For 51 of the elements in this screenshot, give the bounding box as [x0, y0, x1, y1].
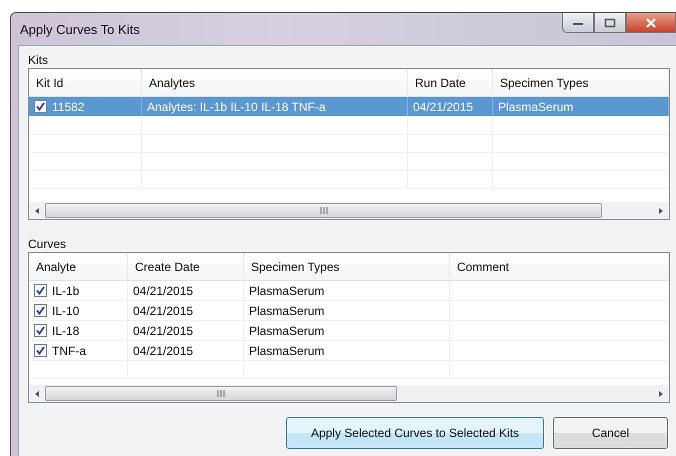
table-cell: PlasmaSerum — [498, 100, 574, 114]
maximize-icon — [604, 18, 616, 28]
horizontal-scrollbar[interactable] — [29, 385, 669, 402]
column-header[interactable]: Analytes — [149, 76, 196, 90]
checkbox[interactable] — [34, 304, 47, 317]
table-cell: 04/21/2015 — [133, 284, 194, 298]
table-cell: PlasmaSerum — [249, 344, 324, 358]
close-icon — [645, 18, 657, 28]
table-row[interactable]: TNF-a 04/21/2015 PlasmaSerum — [29, 341, 669, 361]
table-cell: 04/21/2015 — [133, 324, 194, 338]
scroll-left-icon[interactable] — [33, 206, 41, 214]
table-cell: IL-18 — [52, 324, 80, 338]
column-header[interactable]: Analyte — [36, 260, 76, 274]
grip-icon — [217, 390, 225, 397]
column-header[interactable]: Specimen Types — [251, 260, 340, 274]
cancel-button[interactable]: Cancel — [553, 417, 668, 449]
checkbox[interactable] — [34, 324, 47, 337]
table-cell: 11582 — [52, 100, 84, 114]
column-header[interactable]: Create Date — [135, 260, 200, 274]
table-cell: IL-1b — [52, 284, 80, 298]
table-row[interactable]: IL-18 04/21/2015 PlasmaSerum — [29, 321, 669, 341]
table-cell: IL-10 — [52, 304, 80, 318]
table-cell: PlasmaSerum — [249, 284, 324, 298]
section-label: Curves — [28, 237, 68, 252]
column-header[interactable]: Run Date — [415, 76, 466, 90]
column-header[interactable]: Kit Id — [36, 76, 64, 90]
section-label: Kits — [28, 53, 50, 68]
horizontal-scrollbar[interactable] — [29, 202, 669, 219]
scroll-left-icon[interactable] — [33, 390, 41, 398]
table-cell: PlasmaSerum — [249, 304, 324, 318]
minimize-button[interactable] — [562, 13, 594, 33]
column-header[interactable]: Comment — [457, 260, 510, 274]
table-cell: 04/21/2015 — [133, 304, 194, 318]
table-cell: Analytes: IL-1b IL-10 IL-18 TNF-a — [147, 100, 326, 114]
table-cell: TNF-a — [52, 344, 86, 358]
window-title: Apply Curves To Kits — [20, 22, 140, 36]
checkbox[interactable] — [34, 344, 47, 357]
table-cell: 04/21/2015 — [413, 100, 474, 114]
scroll-right-icon[interactable] — [657, 390, 665, 398]
table-cell: 04/21/2015 — [133, 344, 194, 358]
grip-icon — [320, 207, 328, 214]
checkbox[interactable] — [34, 284, 47, 297]
close-button[interactable] — [626, 13, 676, 33]
checkbox[interactable] — [34, 100, 47, 113]
apply-button[interactable]: Apply Selected Curves to Selected Kits — [286, 417, 544, 449]
table-row[interactable]: IL-10 04/21/2015 PlasmaSerum — [29, 301, 669, 321]
scroll-right-icon[interactable] — [657, 206, 665, 214]
maximize-button[interactable] — [594, 13, 626, 33]
table-row[interactable]: IL-1b 04/21/2015 PlasmaSerum — [29, 281, 669, 301]
column-header[interactable]: Specimen Types — [500, 76, 588, 90]
table-cell: PlasmaSerum — [249, 324, 324, 338]
